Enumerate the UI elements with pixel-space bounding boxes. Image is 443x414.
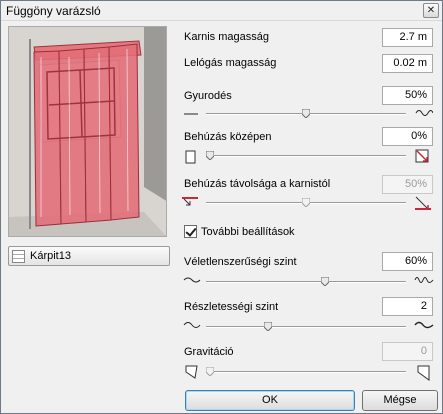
draw-distance-slider-thumb[interactable] (302, 198, 310, 207)
detail-level-label: Részletességi szint (184, 301, 279, 313)
randomness-field[interactable]: 60% (382, 252, 433, 271)
title-bar: Függöny varázsló ✕ (1, 1, 442, 21)
fine-detail-icon (414, 319, 434, 331)
gathering-field[interactable]: 50% (382, 86, 433, 105)
randomness-slider-track[interactable] (206, 281, 406, 283)
randomness-slider-thumb[interactable] (321, 277, 330, 286)
high-gravity-icon (416, 364, 432, 382)
cancel-button[interactable]: Mégse (362, 390, 438, 411)
rod-height-label: Karnis magasság (184, 31, 269, 43)
detail-level-field[interactable]: 2 (382, 297, 433, 316)
high-wave-icon (414, 274, 434, 286)
low-gravity-icon (185, 364, 199, 380)
top-draw-icon (181, 196, 199, 208)
draw-center-slider-thumb[interactable] (206, 151, 214, 160)
material-button-label: Kárpit13 (30, 250, 71, 262)
detail-level-slider-track[interactable] (206, 326, 406, 328)
overhang-height-field[interactable]: 0.02 m (382, 54, 433, 73)
wave-icon (415, 107, 433, 119)
rod-height-field[interactable]: 2.7 m (382, 28, 433, 47)
more-settings-label: További beállítások (201, 226, 295, 238)
more-settings-checkbox[interactable] (184, 225, 197, 238)
material-swatch-icon (12, 250, 25, 263)
gravity-slider-thumb[interactable] (206, 367, 214, 376)
coarse-detail-icon (183, 320, 201, 330)
draw-center-label: Behúzás középen (184, 131, 272, 143)
gravity-field[interactable]: 0 (382, 342, 433, 361)
gathered-center-icon (415, 149, 431, 165)
curtain-preview (8, 26, 167, 237)
draw-center-slider-track[interactable] (206, 155, 406, 157)
low-wave-icon (183, 275, 201, 285)
gravity-slider-track[interactable] (206, 371, 406, 373)
open-curtain-icon (185, 150, 197, 164)
randomness-label: Véletlenszerűségi szint (184, 256, 297, 268)
dialog-title: Függöny varázsló (6, 4, 101, 18)
draw-distance-field[interactable]: 50% (382, 175, 433, 194)
curtain-wizard-dialog: Függöny varázsló ✕ Kárpit13 Karnis magas… (0, 0, 443, 414)
overhang-height-label: Lelógás magasság (184, 57, 277, 69)
detail-level-slider-thumb[interactable] (263, 322, 272, 331)
close-button[interactable]: ✕ (423, 3, 439, 18)
draw-center-field[interactable]: 0% (382, 127, 433, 146)
gravity-label: Gravitáció (184, 346, 234, 358)
gathering-slider-thumb[interactable] (302, 109, 310, 118)
flat-line-icon (183, 109, 199, 119)
draw-distance-label: Behúzás távolsága a karnistól (184, 178, 331, 190)
material-button[interactable]: Kárpit13 (8, 246, 170, 266)
ok-button[interactable]: OK (185, 390, 355, 411)
gathering-label: Gyurodés (184, 90, 232, 102)
bottom-draw-icon (414, 195, 432, 211)
